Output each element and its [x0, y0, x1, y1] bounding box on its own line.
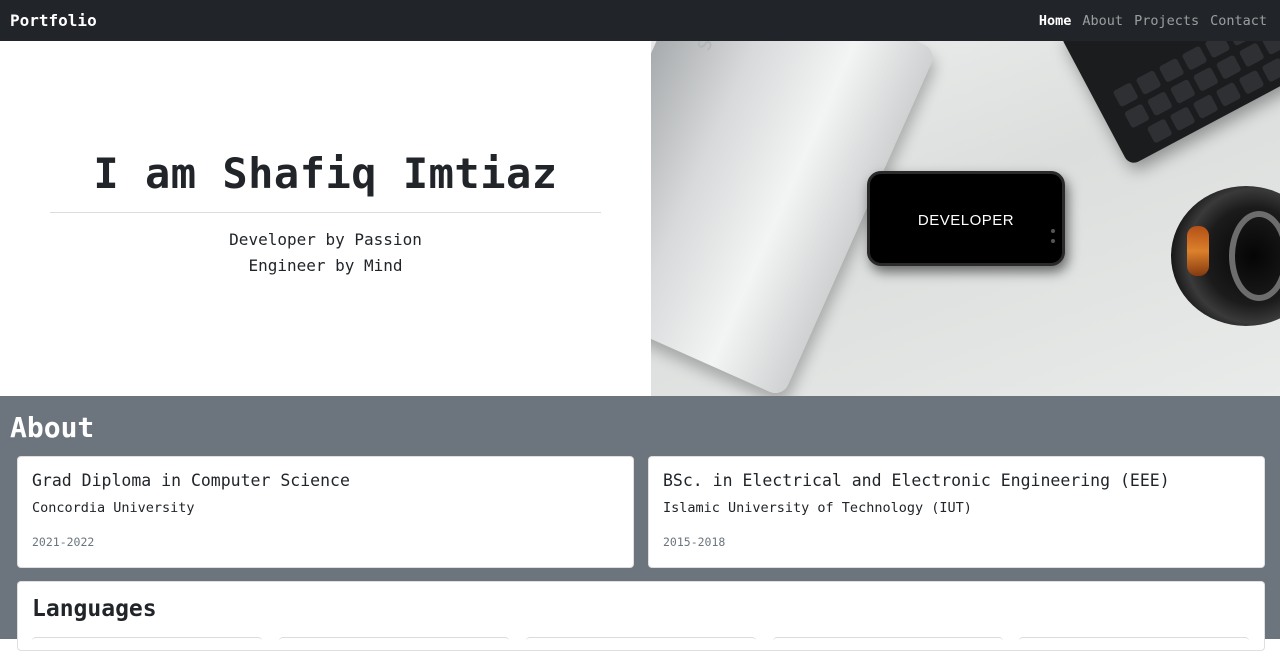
hero-tagline-1: Developer by Passion	[229, 230, 422, 249]
education-years: 2015-2018	[663, 535, 726, 549]
about-heading: About	[10, 411, 95, 444]
language-item	[526, 637, 756, 657]
language-item	[1019, 637, 1249, 657]
education-years: 2021-2022	[32, 535, 95, 549]
navbar: Portfolio Home About Projects Contact	[0, 0, 1280, 41]
cup-rim	[1229, 211, 1280, 301]
nav-link-home[interactable]: Home	[1036, 13, 1075, 29]
hero-text-panel: I am Shafiq Imtiaz Developer by Passion …	[0, 41, 651, 396]
hero-divider	[50, 212, 601, 213]
languages-card: Languages	[17, 581, 1265, 651]
laptop-logo: ASUS	[692, 41, 731, 53]
languages-heading: Languages	[32, 596, 157, 622]
education-institution: Islamic University of Technology (IUT)	[663, 500, 972, 516]
education-title: BSc. in Electrical and Electronic Engine…	[663, 471, 1170, 490]
nav-links: Home About Projects Contact	[1031, 13, 1270, 29]
keyboard-illustration	[1059, 41, 1280, 167]
education-title: Grad Diploma in Computer Science	[32, 471, 350, 490]
hero-section: I am Shafiq Imtiaz Developer by Passion …	[0, 41, 1280, 396]
language-item	[32, 637, 262, 657]
nav-link-about[interactable]: About	[1079, 13, 1126, 29]
brand-link[interactable]: Portfolio	[10, 11, 97, 30]
about-section: About Grad Diploma in Computer Science C…	[0, 396, 1280, 651]
education-card: BSc. in Electrical and Electronic Engine…	[648, 456, 1265, 568]
language-item	[279, 637, 509, 657]
phone-illustration: DEVELOPER	[867, 171, 1065, 266]
hero-image: ASUS DEVELOPER	[651, 41, 1280, 396]
nav-link-contact[interactable]: Contact	[1207, 13, 1270, 29]
hero-title: I am Shafiq Imtiaz	[93, 149, 558, 198]
nav-link-projects[interactable]: Projects	[1131, 13, 1202, 29]
language-item	[773, 637, 1003, 657]
cup-accent	[1187, 226, 1209, 276]
education-card: Grad Diploma in Computer Science Concord…	[17, 456, 634, 568]
education-institution: Concordia University	[32, 500, 195, 516]
hero-tagline-2: Engineer by Mind	[248, 256, 403, 275]
phone-screen-text: DEVELOPER	[917, 212, 1015, 229]
